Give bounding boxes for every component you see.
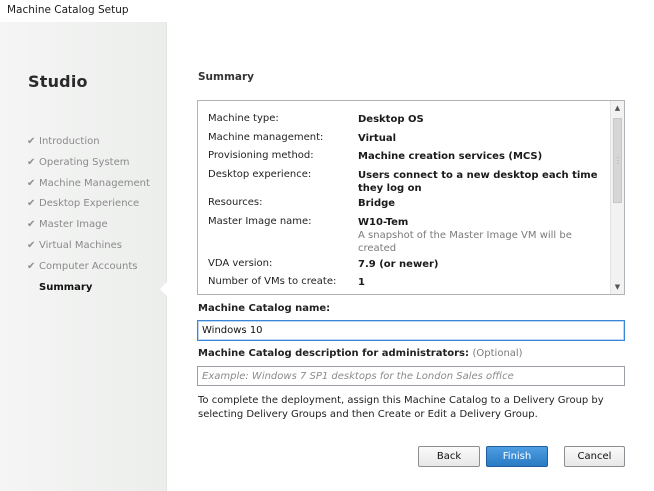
step-label: Desktop Experience	[39, 198, 140, 210]
sidebar: Studio ✔ Introduction ✔ Operating System ✔…	[0, 22, 167, 491]
window-title: Machine Catalog Setup	[7, 4, 129, 16]
summary-row-desktop-experience: Desktop experience: Users connect to a ne…	[208, 169, 608, 195]
summary-value: W10-Tem	[358, 216, 409, 228]
check-icon: ✔	[27, 239, 36, 251]
catalog-name-label: Machine Catalog name:	[198, 303, 331, 314]
summary-value: Users connect to a new desktop each time…	[358, 169, 598, 194]
step-label: Introduction	[39, 136, 100, 147]
step-computer-accounts[interactable]: ✔ Computer Accounts	[27, 260, 167, 281]
summary-key: Number of VMs to create:	[208, 276, 337, 288]
summary-row-vda-version: VDA version: 7.9 (or newer)	[208, 258, 608, 274]
summary-value: 1	[358, 277, 365, 289]
check-icon: ✔	[27, 260, 36, 272]
summary-key: Provisioning method:	[208, 150, 314, 162]
catalog-name-input[interactable]	[197, 320, 625, 341]
step-operating-system[interactable]: ✔ Operating System	[27, 156, 167, 177]
check-icon: ✔	[27, 156, 36, 168]
step-desktop-experience[interactable]: ✔ Desktop Experience	[27, 197, 167, 218]
catalog-description-input[interactable]	[197, 366, 625, 386]
step-label: Operating System	[39, 156, 130, 168]
step-introduction[interactable]: ✔ Introduction	[27, 135, 167, 156]
title-bar: Machine Catalog Setup	[0, 0, 654, 22]
step-label: Computer Accounts	[39, 260, 138, 272]
summary-key: VDA version:	[208, 257, 273, 269]
scroll-up-arrow-icon[interactable]: ▲	[611, 101, 624, 115]
summary-row-provisioning-method: Provisioning method: Machine creation ser…	[208, 150, 608, 166]
summary-key: Machine management:	[208, 131, 324, 143]
step-label: Summary	[39, 281, 93, 293]
check-icon: ✔	[27, 219, 36, 231]
catalog-description-label-text: Machine Catalog description for administ…	[198, 348, 470, 359]
summary-value: Desktop OS	[358, 114, 424, 125]
deployment-info-text: To complete the deployment, assign this …	[198, 395, 604, 420]
summary-scrollbar[interactable]: ▲ · · · ▼	[610, 101, 624, 294]
summary-value: Machine creation services (MCS)	[358, 151, 543, 163]
check-icon: ✔	[27, 136, 36, 147]
step-master-image[interactable]: ✔ Master Image	[27, 218, 167, 239]
cancel-button[interactable]: Cancel	[564, 446, 625, 467]
check-icon: ✔	[27, 177, 36, 189]
summary-row-master-image: Master Image name: W10-Tem A snapshot of t…	[208, 216, 608, 255]
step-label: Machine Management	[39, 177, 150, 189]
step-summary[interactable]: Summary	[27, 281, 167, 302]
check-icon: ✔	[27, 198, 36, 210]
summary-note: A snapshot of the Master Image VM will b…	[358, 229, 572, 254]
page-heading: Summary	[198, 71, 255, 83]
summary-value: 7.9 (or newer)	[358, 258, 439, 270]
summary-list[interactable]: Machine type: Desktop OS Machine manageme…	[197, 100, 625, 295]
summary-row-machine-management: Machine management: Virtual	[208, 132, 608, 148]
summary-row-vm-count: Number of VMs to create: 1	[208, 276, 608, 292]
summary-key: Master Image name:	[208, 215, 312, 227]
summary-key: Desktop experience:	[208, 168, 312, 180]
summary-value: Virtual	[358, 132, 396, 144]
main-panel: Summary Machine type: Desktop OS Machine …	[167, 22, 654, 491]
finish-button[interactable]: Finish	[486, 446, 548, 467]
catalog-description-label: Machine Catalog description for administ…	[198, 348, 523, 359]
summary-row-machine-type: Machine type: Desktop OS	[208, 113, 608, 129]
summary-row-resources: Resources: Bridge	[208, 197, 608, 213]
grip-icon: · · ·	[617, 155, 619, 168]
studio-brand: Studio	[28, 72, 88, 91]
summary-content: Machine type: Desktop OS Machine manageme…	[208, 113, 608, 294]
wizard-steps: ✔ Introduction ✔ Operating System ✔ Machine…	[27, 135, 167, 301]
back-button[interactable]: Back	[418, 446, 480, 467]
step-virtual-machines[interactable]: ✔ Virtual Machines	[27, 239, 167, 260]
scrollbar-thumb[interactable]: · · ·	[613, 118, 622, 203]
optional-hint: (Optional)	[472, 348, 523, 359]
step-machine-management[interactable]: ✔ Machine Management	[27, 177, 167, 198]
step-label: Master Image	[39, 219, 108, 231]
summary-key: Resources:	[208, 197, 263, 209]
scroll-down-arrow-icon[interactable]: ▼	[611, 280, 624, 294]
step-label: Virtual Machines	[39, 239, 122, 251]
summary-value: Bridge	[358, 198, 396, 210]
summary-key: Machine type:	[208, 113, 279, 124]
